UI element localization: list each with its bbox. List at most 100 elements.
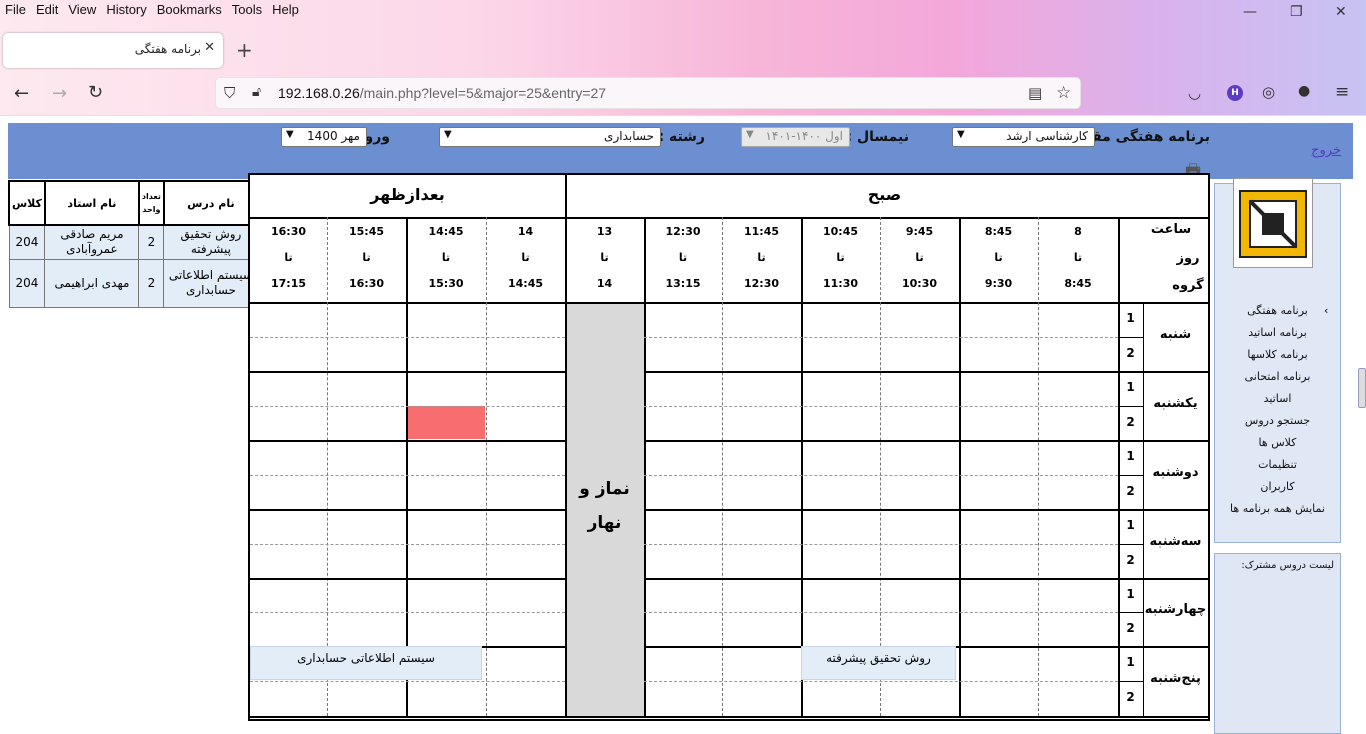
time-slot-header: 12:30 تا 13:15: [665, 225, 701, 290]
sidebar-item-exam-schedule[interactable]: برنامه امتحانی: [1214, 370, 1341, 383]
reload-icon[interactable]: ↻: [88, 82, 103, 103]
menu-view[interactable]: View: [63, 0, 101, 22]
group-row-line: [250, 612, 565, 613]
units-cell: 2: [138, 224, 165, 260]
menu-bookmarks[interactable]: Bookmarks: [152, 0, 227, 22]
time-slot-header: 11:45 تا 12:30: [743, 225, 779, 290]
browser-tab[interactable]: برنامه هفتگی ✕: [3, 33, 223, 68]
semester-select[interactable]: اول ۱۴۰۰-۱۴۰۱ ▼: [741, 127, 850, 147]
entry-select[interactable]: مهر 1400 ▼: [281, 127, 367, 147]
menu-file[interactable]: File: [0, 0, 31, 22]
sidebar-item-course-search[interactable]: جستجو دروس: [1214, 414, 1341, 427]
address-bar[interactable]: ⛉ 🔓︎ 192.168.0.26/main.php?level=5&major…: [215, 77, 1081, 109]
close-tab-icon[interactable]: ✕: [204, 40, 215, 55]
sidebar-item-settings[interactable]: تنظیمات: [1214, 458, 1341, 471]
room-cell: 204: [8, 258, 46, 308]
day-label: دوشنبه: [1152, 464, 1199, 480]
teacher-cell: مهدی ابراهیمی: [44, 258, 140, 308]
units-cell: 2: [138, 258, 165, 308]
major-select[interactable]: حسابداری ▼: [439, 127, 661, 147]
time-slot-header: 13 تا 14: [596, 225, 613, 290]
morning-label: صبح: [867, 185, 902, 204]
pocket-icon[interactable]: ◡: [1188, 84, 1201, 102]
sidebar-item-teachers[interactable]: اساتید: [1214, 392, 1341, 405]
sidebar-item-weekly[interactable]: برنامه هفتگی: [1214, 304, 1341, 317]
minimize-icon[interactable]: —: [1243, 4, 1257, 20]
close-window-icon[interactable]: ✕: [1335, 4, 1347, 20]
group-label: 1: [1126, 518, 1135, 532]
day-label: شنبه: [1159, 326, 1192, 342]
corner-day-label: روز: [1176, 251, 1200, 266]
group-label: 2: [1126, 621, 1135, 635]
group-label: 2: [1126, 552, 1135, 567]
group-row-line: [644, 612, 1118, 613]
course-list-table: نام درس تعداد واحد نام استاد کلاس روش تح…: [8, 180, 259, 308]
corner-hour-label: ساعت: [1150, 222, 1192, 237]
level-select-value: کارشناسی ارشد: [1006, 129, 1088, 143]
url-path: /main.php?level=5&major=25&entry=27: [359, 85, 607, 101]
col-units: تعداد واحد: [137, 180, 165, 226]
restore-icon[interactable]: ❐: [1290, 4, 1303, 20]
bookmark-star-icon[interactable]: ☆: [1056, 83, 1071, 103]
group-row-line: [1118, 474, 1143, 476]
sidebar-item-teachers-schedule[interactable]: برنامه اساتید: [1214, 326, 1341, 339]
sidebar-item-classes[interactable]: کلاس ها: [1214, 436, 1341, 449]
extension-puzzle-icon[interactable]: ●: [1298, 83, 1310, 99]
group-row-line: [250, 474, 565, 476]
highlighted-cell[interactable]: [407, 406, 485, 439]
shield-icon[interactable]: ⛉: [224, 84, 235, 102]
course-name-cell: روش تحقیق پیشرفته: [163, 224, 259, 260]
course-event-cell[interactable]: روش تحقیق پیشرفته: [801, 646, 956, 680]
tab-title: برنامه هفتگی: [134, 42, 201, 56]
hamburger-menu-icon[interactable]: ≡: [1335, 82, 1349, 102]
corner-group-label: گروه: [1172, 278, 1204, 293]
group-row-line: [250, 336, 565, 338]
page-scrollbar[interactable]: [1358, 368, 1366, 408]
menu-history[interactable]: History: [101, 0, 151, 22]
insecure-lock-icon[interactable]: 🔓︎: [252, 84, 261, 100]
url-text[interactable]: 192.168.0.26/main.php?level=5&major=25&e…: [278, 85, 606, 101]
major-select-value: حسابداری: [604, 129, 654, 143]
col-course-name: نام درس: [162, 180, 259, 226]
sidebar-item-users[interactable]: کاربران: [1214, 480, 1341, 493]
group-row-line: [644, 681, 1118, 682]
menu-edit[interactable]: Edit: [31, 0, 63, 22]
sidebar-item-class-schedule[interactable]: برنامه کلاسها: [1214, 348, 1341, 361]
extension-h-icon[interactable]: H: [1227, 85, 1243, 101]
semester-label: نیمسال :: [846, 129, 909, 145]
reader-view-icon[interactable]: ▤: [1028, 84, 1042, 102]
forward-icon[interactable]: →: [52, 83, 67, 104]
group-label: 1: [1126, 311, 1135, 325]
table-row[interactable]: سیستم اطلاعاتی حسابداری 2 مهدی ابراهیمی …: [8, 258, 259, 308]
group-row-line: [644, 474, 1118, 476]
group-row-line: [644, 336, 1118, 338]
time-slot-header: 8:45 تا 9:30: [984, 225, 1013, 290]
day-row-line: [644, 440, 1208, 442]
group-row-line: [250, 543, 565, 545]
day-label: چهارشنبه: [1144, 602, 1207, 617]
day-label: یکشنبه: [1153, 395, 1198, 411]
sidebar-item-show-all[interactable]: نمایش همه برنامه ها: [1214, 502, 1341, 515]
shared-courses-panel: لیست دروس مشترک:: [1214, 553, 1341, 734]
group-row-line: [1118, 681, 1143, 682]
col-room: کلاس: [8, 180, 46, 226]
group-label: 1: [1126, 587, 1135, 601]
extension-icon[interactable]: ◎: [1262, 83, 1275, 101]
lunch-break-text: نماز و نهار: [579, 479, 630, 533]
grid-bottom-line: [250, 716, 1208, 718]
group-label: 1: [1126, 380, 1135, 394]
level-select[interactable]: کارشناسی ارشد ▼: [952, 127, 1095, 147]
table-row[interactable]: روش تحقیق پیشرفته 2 مریم صادقی عمروآبادی…: [8, 224, 259, 260]
new-tab-icon[interactable]: +: [236, 38, 253, 62]
lunch-break-cell: نماز و نهار: [565, 302, 644, 716]
url-host: 192.168.0.26: [278, 85, 360, 101]
menu-tools[interactable]: Tools: [227, 0, 267, 22]
back-icon[interactable]: ←: [14, 83, 29, 104]
time-slot-header: 10:45 تا 11:30: [822, 225, 858, 290]
course-event-cell[interactable]: سیستم اطلاعاتی حسابداری: [250, 646, 482, 680]
menu-help[interactable]: Help: [267, 0, 304, 22]
logout-link[interactable]: خروج: [1311, 143, 1341, 158]
teacher-cell: مریم صادقی عمروآبادی: [44, 224, 140, 260]
group-label: 2: [1126, 345, 1135, 360]
group-label: 2: [1126, 414, 1135, 429]
